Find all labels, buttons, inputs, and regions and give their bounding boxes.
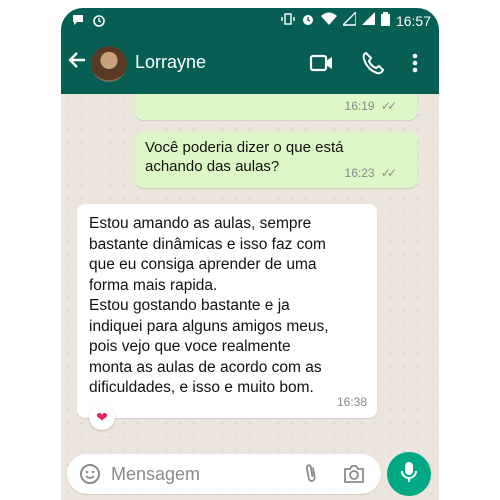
message-composer[interactable]: Mensagem: [67, 454, 381, 494]
read-ticks-icon: ✓✓: [380, 99, 397, 113]
vibrate-icon: [281, 12, 295, 29]
message-time: 16:38: [336, 394, 367, 409]
alarm-icon: [92, 13, 106, 30]
more-vert-icon[interactable]: [409, 50, 421, 81]
message-line: Estou amando as aulas, sempre: [89, 215, 312, 232]
outgoing-message[interactable]: 16:19 ✓✓: [135, 94, 417, 120]
message-line: que eu consiga aprender de uma: [89, 256, 317, 273]
message-line: indiquei para alguns amigos meus,: [89, 317, 329, 335]
message-line: dificuldades, e isso e muito bom.: [89, 379, 314, 396]
avatar[interactable]: [91, 46, 127, 82]
message-line: Estou gostando bastante e ja: [89, 297, 290, 314]
video-call-icon[interactable]: [309, 50, 335, 81]
message-line: monta as aulas de acordo com as: [89, 358, 322, 376]
battery-icon: [380, 12, 390, 29]
read-ticks-icon: ✓✓: [380, 166, 397, 180]
outgoing-message[interactable]: Você poderia dizer o que está achando da…: [135, 132, 417, 188]
message-line: forma mais rapida.: [89, 276, 218, 294]
chat-area[interactable]: 16:19 ✓✓ Você poderia dizer o que está a…: [61, 94, 439, 500]
mic-icon: [401, 461, 417, 488]
chat-bubble-icon: [71, 13, 85, 30]
message-line: pois vejo que voce realmente: [89, 338, 291, 355]
message-line: bastante dinâmicas e isso faz com: [89, 235, 326, 253]
message-input[interactable]: Mensagem: [111, 464, 200, 485]
camera-icon[interactable]: [343, 464, 365, 489]
arrow-left-icon[interactable]: [67, 50, 87, 74]
incoming-message[interactable]: Estou amando as aulas, sempre bastante d…: [77, 204, 377, 418]
message-time: 16:19: [344, 99, 375, 113]
chat-header: Lorrayne: [61, 34, 439, 94]
message-time: 16:23: [344, 166, 375, 180]
attach-icon[interactable]: [303, 463, 319, 490]
signal-icon: [341, 10, 357, 29]
phone-call-icon[interactable]: [361, 50, 385, 81]
phone-screen: 16:57 Lorrayne 16:19 ✓✓ Você poderia diz…: [61, 8, 439, 500]
contact-name[interactable]: Lorrayne: [135, 52, 206, 73]
alarm-icon: [301, 12, 315, 29]
wifi-icon: [320, 12, 337, 29]
status-time: 16:57: [395, 12, 431, 29]
status-bar: 16:57: [61, 8, 439, 34]
voice-record-button[interactable]: [387, 452, 431, 496]
heart-reaction-icon[interactable]: ❤: [89, 404, 115, 430]
signal-icon: [361, 12, 375, 29]
emoji-icon[interactable]: [79, 463, 101, 490]
